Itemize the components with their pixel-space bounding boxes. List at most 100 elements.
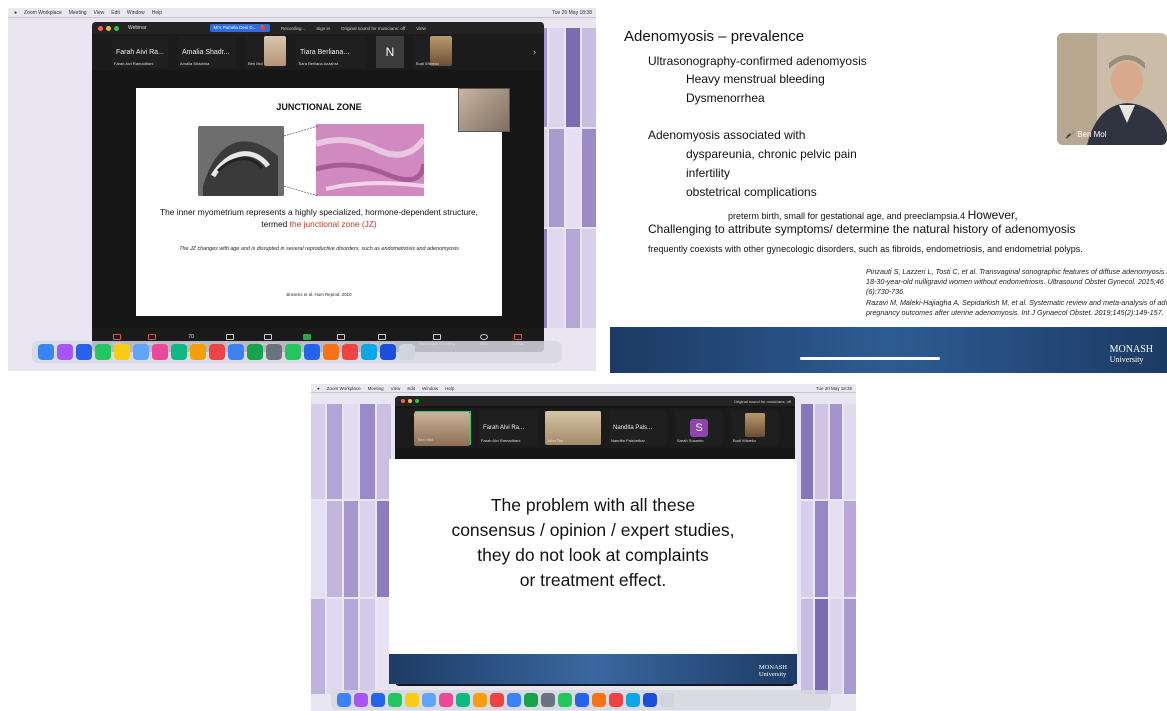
menu-help[interactable]: Help [445,386,454,391]
facetime-icon[interactable] [456,693,470,707]
whatsapp-icon[interactable] [285,344,301,360]
scroll-indicator[interactable] [800,357,940,360]
participant-tile[interactable]: N [376,36,404,68]
apple-icon[interactable]: ● [14,10,17,16]
recording-indicator[interactable]: Recording... [281,26,305,31]
view-button[interactable]: View [416,26,426,31]
photos-icon[interactable] [133,344,149,360]
notes-icon[interactable] [405,693,419,707]
menu-window[interactable]: Window [127,10,145,16]
excel-icon[interactable] [524,693,538,707]
sign-in-link[interactable]: Sign in [316,26,330,31]
participant-tile[interactable]: John Tan [545,411,601,445]
trash-icon[interactable] [660,693,674,707]
speaker-video-overlay[interactable] [458,88,510,132]
window-title: Webinar [128,25,147,31]
histology-image [316,124,424,196]
participant-tile[interactable]: Budi Wiweko [414,36,452,68]
browser-icon[interactable] [361,344,377,360]
sub-sub-bullet-line: preterm birth, small for gestational age… [728,208,1018,222]
chrome-icon[interactable] [323,344,339,360]
speaker-video[interactable]: 🎤 Ben Mol [1057,33,1167,145]
vscode-icon[interactable] [380,344,396,360]
logo-bottom: University [1109,355,1144,364]
slide-body: The inner myometrium represents a highly… [156,206,482,230]
appstore-icon[interactable] [507,693,521,707]
menu-zoom-workplace[interactable]: Zoom Workplace [327,386,361,391]
speaker-name: 🎤 Ben Mol [1065,130,1107,139]
menu-help[interactable]: Help [152,10,162,16]
slide-note: The JZ changes with age and is disrupted… [179,246,459,252]
slide-title: Adenomyosis – prevalence [624,28,805,45]
quote-line: they do not look at complaints [477,545,709,565]
launchpad-icon[interactable] [354,693,368,707]
original-sound-status[interactable]: Original sound for musicians: off [734,399,795,404]
participant-strip: Farah Aivi Ra... Farah Alvi Ramadhani Am… [92,34,544,70]
slide-title: JUNCTIONAL ZONE [276,102,362,112]
participant-tile[interactable]: S Sarah Susanto [675,411,723,445]
speaker-illustration [1057,33,1167,145]
office-icon[interactable] [342,344,358,360]
mri-image [198,126,284,196]
original-sound-status[interactable]: Original sound for musicians: off [341,26,405,31]
menu-window[interactable]: Window [422,386,438,391]
apple-icon[interactable]: ● [317,386,320,391]
maximize-window-button[interactable] [114,25,119,31]
chrome-icon[interactable] [592,693,606,707]
participant-initial-avatar: N [385,45,395,59]
maximize-window-button[interactable] [415,399,419,403]
settings-icon[interactable] [266,344,282,360]
minimize-window-button[interactable] [408,399,412,403]
safari-icon[interactable] [76,344,92,360]
music-icon[interactable] [152,344,168,360]
participant-caption: Ben Mol [418,437,433,442]
messages-icon[interactable] [95,344,111,360]
minimize-window-button[interactable] [106,25,111,31]
notes-icon[interactable] [114,344,130,360]
reminders-icon[interactable] [190,344,206,360]
finder-icon[interactable] [337,693,351,707]
close-window-button[interactable] [401,399,405,403]
excel-icon[interactable] [247,344,263,360]
zoom-icon[interactable] [575,693,589,707]
menu-view[interactable]: View [94,10,105,16]
trash-icon[interactable] [399,344,415,360]
facetime-icon[interactable] [171,344,187,360]
safari-icon[interactable] [371,693,385,707]
participant-tile[interactable]: Farah Alvi Ra... Farah Alvi Ramadhani [479,411,537,445]
participant-tile-active[interactable]: Ben Mol [414,411,471,446]
reminders-icon[interactable] [473,693,487,707]
launchpad-icon[interactable] [57,344,73,360]
appstore-icon[interactable] [228,344,244,360]
vscode-icon[interactable] [643,693,657,707]
participant-tile[interactable]: Farah Aivi Ra... Farah Alvi Ramadhani [112,36,168,68]
participant-tile[interactable]: Budi Wiweko [731,411,779,445]
settings-icon[interactable] [541,693,555,707]
close-window-button[interactable] [98,25,103,31]
zoom-icon[interactable] [304,344,320,360]
photos-icon[interactable] [422,693,436,707]
itunes-icon[interactable] [490,693,504,707]
browser-icon[interactable] [626,693,640,707]
music-icon[interactable] [439,693,453,707]
messages-icon[interactable] [388,693,402,707]
monash-logo: MONASH University [759,664,787,678]
office-icon[interactable] [609,693,623,707]
connector-lines [284,126,318,196]
participant-tile[interactable]: Ben Mol [246,36,286,68]
whatsapp-icon[interactable] [558,693,572,707]
menu-meeting[interactable]: Meeting [69,10,87,16]
menu-meeting[interactable]: Meeting [368,386,384,391]
chevron-right-icon[interactable]: › [533,47,544,57]
menu-view[interactable]: View [391,386,401,391]
participant-tile[interactable]: Tiara Berliana... Tiara Berliana Azzahra [296,36,366,68]
itunes-icon[interactable] [209,344,225,360]
participant-tile[interactable]: Nandita Pals... Nandita Palshetkar [609,411,667,445]
menu-edit[interactable]: Edit [111,10,120,16]
participant-tile[interactable]: Amalia Shadr... Amalia Shadrina [178,36,236,68]
finder-icon[interactable] [38,344,54,360]
menu-edit[interactable]: Edit [407,386,415,391]
chat-icon [225,334,234,340]
menu-zoom-workplace[interactable]: Zoom Workplace [24,10,62,16]
share-status-chip[interactable]: Mi's Pamela Desi D... · 🔴 [209,24,271,32]
